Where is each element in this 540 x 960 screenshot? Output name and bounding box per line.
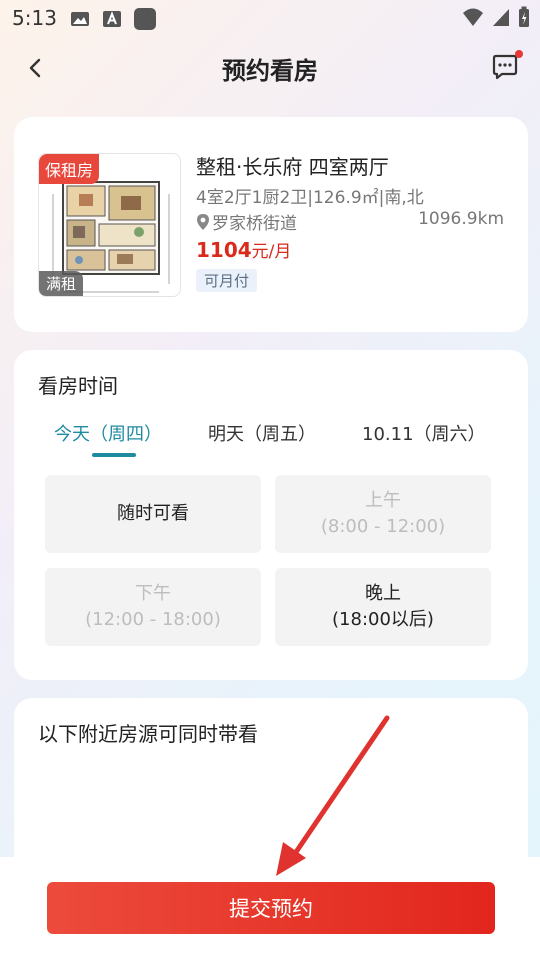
- section-title-nearby: 以下附近房源可同时带看: [38, 722, 258, 746]
- price-value: 1104: [196, 238, 252, 262]
- slot-morning-label: 上午: [365, 490, 401, 511]
- slot-evening[interactable]: 晚上 (18:00以后): [275, 568, 491, 646]
- submit-booking-button[interactable]: 提交预约: [47, 882, 495, 934]
- listing-price: 1104元/月: [196, 237, 291, 262]
- slot-anytime[interactable]: 随时可看: [45, 475, 261, 553]
- section-title-viewing-time: 看房时间: [38, 374, 118, 398]
- header: 预约看房: [0, 36, 540, 102]
- slot-afternoon-label: 下午: [135, 583, 171, 604]
- font-a-icon: [103, 11, 121, 27]
- bottom-action-bar: 提交预约: [0, 857, 540, 960]
- wifi-icon: [463, 8, 483, 26]
- tab-today[interactable]: 今天（周四）: [54, 420, 162, 446]
- message-button[interactable]: [490, 50, 523, 82]
- occupancy-tag: 满租: [39, 271, 84, 296]
- unread-dot: [515, 50, 523, 58]
- tab-tomorrow[interactable]: 明天（周五）: [208, 420, 316, 446]
- affordable-rental-tag: 保租房: [39, 154, 100, 184]
- battery-icon: [519, 6, 529, 27]
- slot-anytime-label: 随时可看: [117, 503, 189, 524]
- listing-title: 整租·长乐府 四室两厅: [196, 155, 389, 179]
- listing-distance: 1096.9km: [418, 209, 504, 229]
- listing-location: 罗家桥街道: [196, 209, 297, 234]
- slot-morning[interactable]: 上午 (8:00 - 12:00): [275, 475, 491, 553]
- slot-afternoon-range: (12:00 - 18:00): [85, 609, 221, 630]
- page-title: 预约看房: [222, 57, 318, 85]
- app-square-icon: [134, 8, 156, 30]
- slot-afternoon[interactable]: 下午 (12:00 - 18:00): [45, 568, 261, 646]
- signal-icon: [493, 9, 509, 26]
- price-unit: 元/月: [251, 242, 292, 262]
- tab-saturday[interactable]: 10.11（周六）: [362, 420, 486, 446]
- listing-spec: 4室2厅1厨2卫|126.9㎡|南,北: [196, 188, 424, 208]
- listing-card[interactable]: 保租房 满租 整租·长乐府 四室两厅 4室2厅1厨2卫|126.9㎡|南,北 罗…: [14, 117, 528, 332]
- floorplan-image: 保租房 满租: [38, 153, 181, 297]
- status-time: 5:13: [12, 6, 57, 30]
- viewing-time-card: 看房时间 今天（周四） 明天（周五） 10.11（周六） 随时可看 上午 (8:…: [14, 350, 528, 680]
- slot-morning-range: (8:00 - 12:00): [320, 516, 446, 537]
- location-pin-icon: [197, 213, 209, 230]
- slot-evening-range: (18:00以后): [332, 609, 434, 630]
- location-text: 罗家桥街道: [212, 214, 297, 234]
- monthly-pay-badge: 可月付: [196, 269, 258, 292]
- slot-evening-label: 晚上: [365, 583, 401, 604]
- status-bar: 5:13: [0, 0, 540, 36]
- active-tab-indicator: [92, 453, 136, 457]
- gallery-icon: [71, 12, 89, 26]
